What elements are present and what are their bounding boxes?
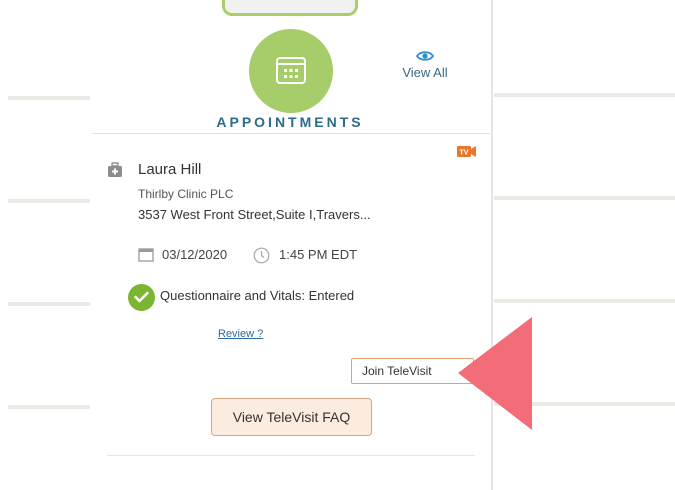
- appointments-title: APPOINTMENTS: [216, 114, 364, 130]
- appointments-badge[interactable]: [249, 29, 333, 113]
- view-all-label[interactable]: View All: [395, 65, 455, 80]
- televisit-badge-text: TV: [460, 150, 469, 157]
- view-all-link[interactable]: View All: [395, 50, 455, 80]
- clock-icon: [253, 247, 270, 264]
- clinic-name: Thirlby Clinic PLC: [138, 187, 234, 201]
- divider: [92, 133, 490, 134]
- top-tab: [222, 0, 358, 16]
- bg-line: [8, 302, 90, 306]
- join-televisit-button[interactable]: Join TeleVisit: [351, 358, 474, 384]
- status-check: [128, 284, 155, 311]
- bg-line: [8, 199, 90, 203]
- calendar-icon: [276, 57, 306, 84]
- eye-icon: [416, 51, 434, 61]
- appointment-date: 03/12/2020: [162, 247, 228, 262]
- pointer-arrow-icon: [458, 317, 532, 430]
- questionnaire-status: Questionnaire and Vitals: Entered: [160, 288, 355, 303]
- bg-line: [8, 405, 90, 409]
- review-link[interactable]: Review ?: [218, 328, 263, 340]
- clinic-address: 3537 West Front Street,Suite I,Travers..…: [138, 207, 371, 222]
- bg-line: [494, 299, 675, 303]
- patient-name: Laura Hill: [138, 161, 202, 178]
- medical-bag-icon: [108, 162, 122, 177]
- bg-line: [494, 196, 675, 200]
- bg-line: [494, 93, 675, 97]
- check-icon: [134, 291, 149, 303]
- divider: [107, 455, 475, 456]
- appointment-time: 1:45 PM EDT: [279, 247, 358, 262]
- calendar-small-icon: [138, 248, 154, 262]
- bg-line: [8, 96, 90, 100]
- view-televisit-faq-button[interactable]: View TeleVisit FAQ: [211, 398, 372, 436]
- televisit-icon: TV: [457, 146, 476, 157]
